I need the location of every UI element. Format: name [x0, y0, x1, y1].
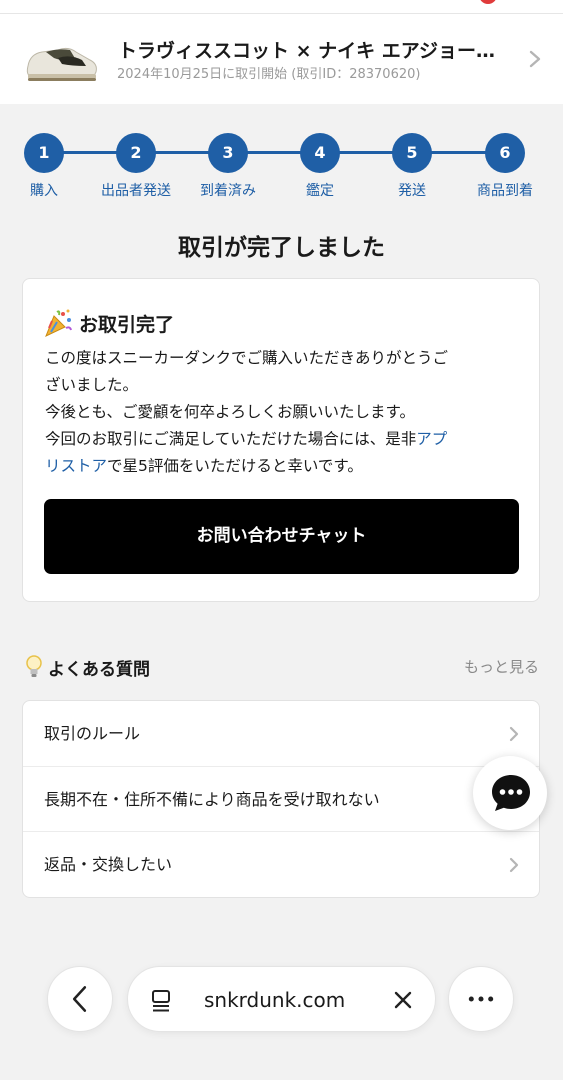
- tab-manager-icon: [152, 990, 170, 1012]
- progress-steps: 1 購入 2 出品者発送 3 到着済み 4 鑑定 5 発送 6 商品到着: [0, 130, 563, 210]
- step-label: 発送: [398, 183, 426, 199]
- message-line: この度はスニーカーダンクでご購入いただきありがとうご: [45, 349, 449, 367]
- sneaker-thumbnail: [26, 47, 97, 81]
- faq-title: よくある質問: [48, 660, 150, 680]
- message-line: 今後とも、ご愛顧を何卒よろしくお願いいたします。: [45, 403, 415, 421]
- step-label: 出品者発送: [101, 183, 171, 199]
- step-number: 5: [392, 133, 432, 173]
- chat-bubble-icon: [492, 775, 530, 811]
- step-shipped: 5 発送: [367, 130, 457, 200]
- url-text: snkrdunk.com: [204, 988, 346, 1012]
- completion-heading-text: お取引完了: [79, 313, 175, 336]
- app-store-link[interactable]: リストア: [45, 457, 107, 475]
- step-label: 鑑定: [306, 183, 334, 199]
- back-arrow-icon: [72, 986, 87, 1012]
- completion-heading: お取引完了: [43, 308, 174, 338]
- message-text: で星5評価をいただけると幸いです。: [107, 457, 363, 475]
- step-number: 4: [300, 133, 340, 173]
- faq-list: 取引のルール 長期不在・住所不備により商品を受け取れない 返品・交換したい: [22, 700, 540, 898]
- app-store-link[interactable]: アプ: [416, 430, 447, 448]
- completion-card: お取引完了 この度はスニーカーダンクでご購入いただきありがとうご ざいました。 …: [22, 278, 540, 602]
- step-seller-shipped: 2 出品者発送: [91, 130, 181, 200]
- party-popper-icon: [45, 309, 72, 337]
- status-title: 取引が完了しました: [178, 235, 385, 261]
- step-label: 到着済み: [200, 183, 256, 199]
- step-number: 1: [24, 133, 64, 173]
- step-number: 6: [485, 133, 525, 173]
- chevron-right-icon: [509, 857, 519, 873]
- faq-item-label: 取引のルール: [44, 724, 141, 743]
- address-bar[interactable]: snkrdunk.com: [127, 966, 436, 1032]
- top-strip: [0, 0, 563, 14]
- chat-fab-button[interactable]: [473, 756, 547, 830]
- step-authentication: 4 鑑定: [275, 130, 365, 200]
- faq-item-label: 返品・交換したい: [44, 855, 173, 874]
- message-line: ざいました。: [45, 376, 139, 394]
- chevron-right-icon: [509, 726, 519, 742]
- header-icon-edge: [479, 0, 497, 4]
- message-line: リストアで星5評価をいただけると幸いです。: [45, 453, 529, 480]
- step-label: 購入: [30, 183, 58, 199]
- more-options-button[interactable]: [448, 966, 514, 1032]
- more-dots-icon: [468, 996, 494, 1002]
- browser-toolbar: snkrdunk.com: [0, 960, 563, 1040]
- step-number: 2: [116, 133, 156, 173]
- lightbulb-icon: [26, 655, 42, 677]
- faq-more-link[interactable]: もっと見る: [464, 656, 539, 677]
- step-label: 商品到着: [477, 183, 533, 199]
- product-summary[interactable]: トラヴィススコット × ナイキ エアジョー… 2024年10月25日に取引開始 …: [0, 14, 563, 104]
- transaction-info: 2024年10月25日に取引開始 (取引ID：28370620): [117, 67, 421, 82]
- faq-item-label: 長期不在・住所不備により商品を受け取れない: [44, 789, 380, 809]
- product-title: トラヴィススコット × ナイキ エアジョー…: [118, 40, 496, 62]
- step-arrived: 3 到着済み: [183, 130, 273, 200]
- close-icon[interactable]: [393, 990, 413, 1010]
- back-button[interactable]: [47, 966, 113, 1032]
- faq-item-return-exchange[interactable]: 返品・交換したい: [23, 832, 539, 897]
- contact-chat-button[interactable]: お問い合わせチャット: [44, 499, 519, 574]
- faq-header: よくある質問 もっと見る: [24, 652, 542, 682]
- step-purchase: 1 購入: [0, 130, 89, 200]
- message-text: 今回のお取引にご満足していただけた場合には、是非: [45, 430, 417, 448]
- completion-message: この度はスニーカーダンクでご購入いただきありがとうご ざいました。 今後とも、ご…: [45, 345, 529, 480]
- chevron-right-icon: [529, 50, 541, 68]
- step-number: 3: [208, 133, 248, 173]
- message-line: 今回のお取引にご満足していただけた場合には、是非アプ: [45, 426, 529, 453]
- faq-item-rules[interactable]: 取引のルール: [23, 701, 539, 767]
- step-delivered: 6 商品到着: [460, 130, 550, 200]
- faq-item-unable-to-receive[interactable]: 長期不在・住所不備により商品を受け取れない: [23, 767, 539, 832]
